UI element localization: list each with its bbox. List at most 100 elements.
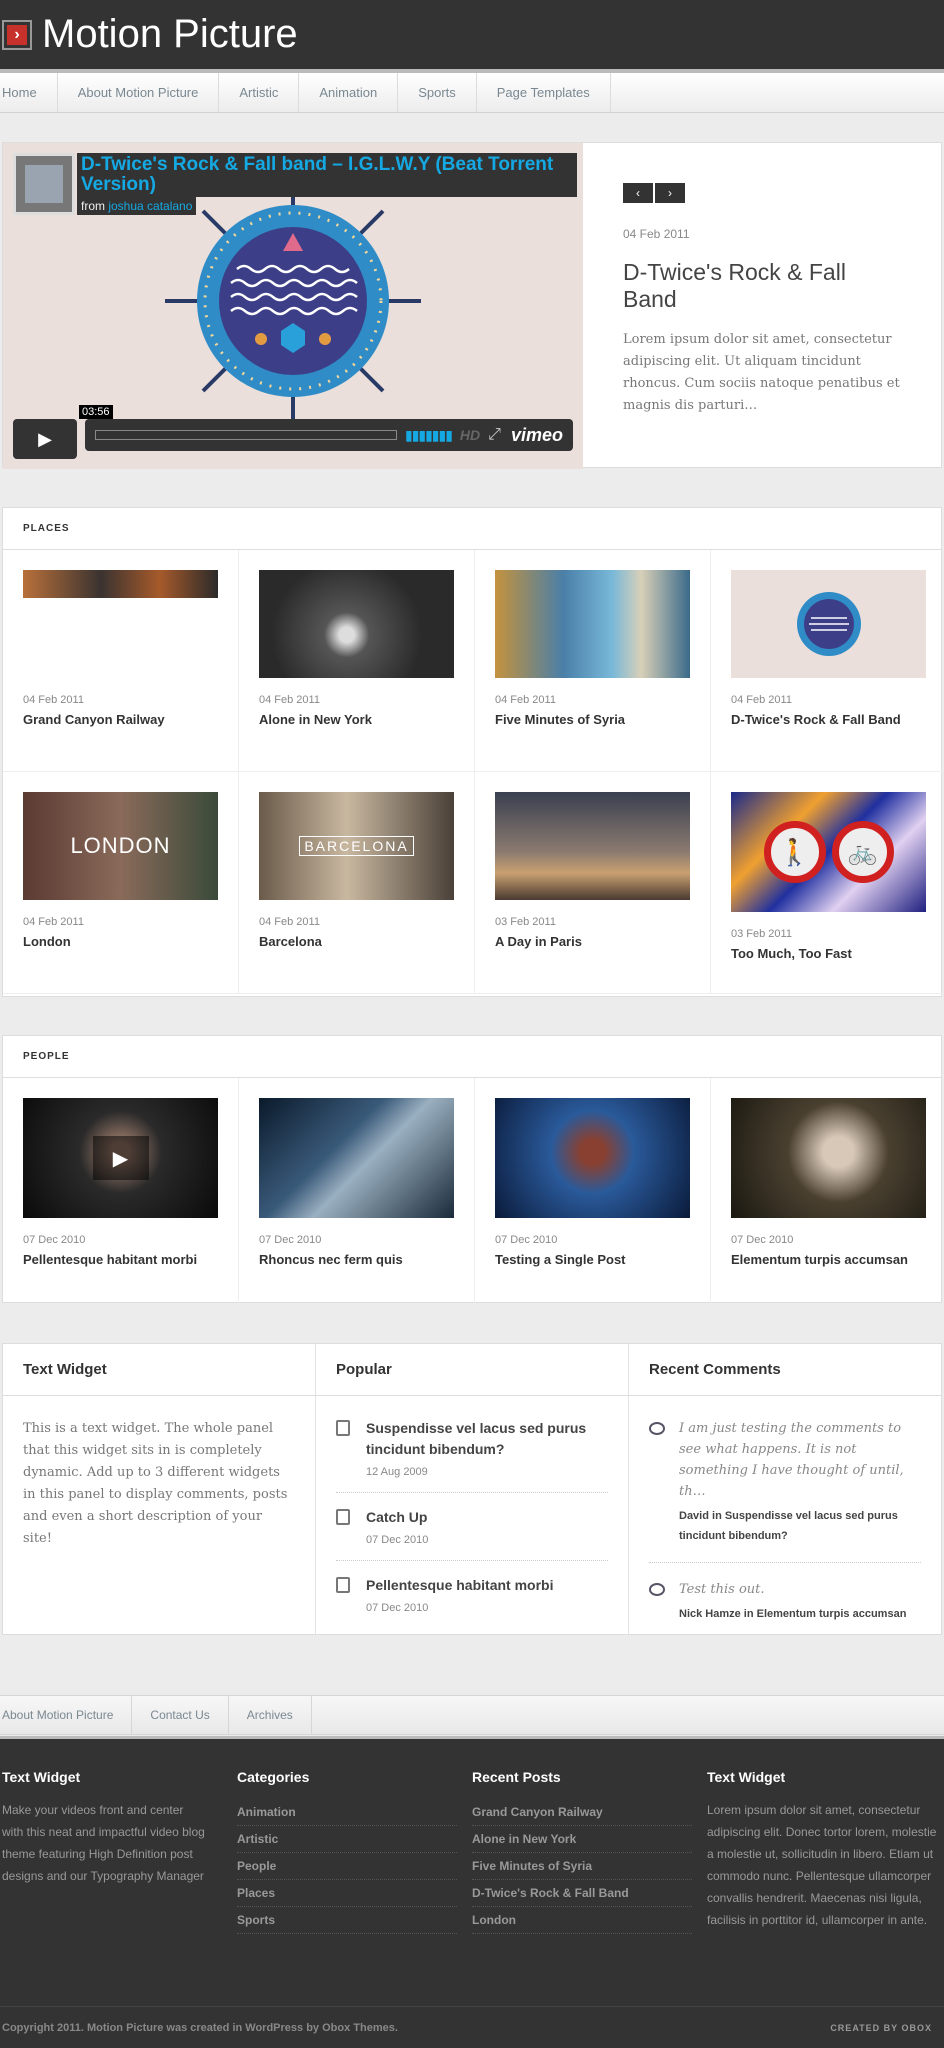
- video-author-thumbnail[interactable]: [13, 153, 75, 215]
- video-author-link[interactable]: joshua catalano: [108, 199, 192, 213]
- post-card[interactable]: 04 Feb 2011 Alone in New York: [239, 550, 475, 772]
- post-title[interactable]: Pellentesque habitant morbi: [23, 1252, 218, 1267]
- play-icon[interactable]: ▶: [92, 1136, 149, 1180]
- popular-title[interactable]: Suspendisse vel lacus sed purus tincidun…: [366, 1418, 608, 1460]
- post-title[interactable]: Elementum turpis accumsan: [731, 1252, 926, 1267]
- featured-slider: D-Twice's Rock & Fall band – I.G.L.W.Y (…: [2, 142, 942, 469]
- popular-item[interactable]: Suspendisse vel lacus sed purus tincidun…: [336, 1418, 608, 1493]
- thumbnail-overlay-text: BARCELONA: [299, 836, 414, 856]
- post-title[interactable]: Rhoncus nec ferm quis: [259, 1252, 454, 1267]
- popular-widget: Popular Suspendisse vel lacus sed purus …: [316, 1344, 629, 1634]
- post-title[interactable]: Too Much, Too Fast: [731, 946, 926, 961]
- footer-nav-contact[interactable]: Contact Us: [132, 1696, 229, 1734]
- post-title[interactable]: Five Minutes of Syria: [495, 712, 690, 727]
- comment-meta[interactable]: David in Suspendisse vel lacus sed purus…: [679, 1506, 921, 1546]
- play-button[interactable]: ▶: [13, 419, 77, 459]
- post-thumbnail[interactable]: [23, 570, 218, 598]
- post-card[interactable]: 04 Feb 2011 Five Minutes of Syria: [475, 550, 711, 772]
- recent-post-link[interactable]: Grand Canyon Railway: [472, 1799, 692, 1826]
- post-date: 07 Dec 2010: [23, 1234, 86, 1246]
- video-time: 03:56: [79, 405, 113, 419]
- recent-post-link[interactable]: D-Twice's Rock & Fall Band: [472, 1880, 692, 1907]
- post-thumbnail[interactable]: [259, 570, 454, 678]
- featured-title[interactable]: D-Twice's Rock & Fall Band: [623, 259, 901, 313]
- post-card[interactable]: 07 Dec 2010 Testing a Single Post: [475, 1078, 711, 1303]
- next-arrow-icon[interactable]: ›: [655, 183, 685, 203]
- nav-home[interactable]: Home: [0, 73, 58, 112]
- footer-recent-posts: Recent Posts Grand Canyon Railway Alone …: [472, 1769, 707, 1934]
- comment-text[interactable]: Test this out.: [679, 1579, 906, 1600]
- video-from-label: from: [81, 199, 105, 213]
- volume-icon[interactable]: ▮▮▮▮▮▮▮: [405, 427, 453, 444]
- vimeo-logo[interactable]: vimeo: [511, 425, 563, 446]
- comment-item[interactable]: Test this out. Nick Hamze in Elementum tu…: [649, 1579, 921, 1640]
- nav-about[interactable]: About Motion Picture: [58, 73, 220, 112]
- category-link[interactable]: Sports: [237, 1907, 457, 1934]
- category-link[interactable]: Artistic: [237, 1826, 457, 1853]
- post-title[interactable]: Grand Canyon Railway: [23, 712, 218, 727]
- post-card[interactable]: 07 Dec 2010 Elementum turpis accumsan: [711, 1078, 944, 1303]
- popular-date: 07 Dec 2010: [366, 1602, 429, 1614]
- post-title[interactable]: London: [23, 934, 218, 949]
- post-card[interactable]: LONDON 04 Feb 2011 London: [3, 772, 239, 994]
- prev-arrow-icon[interactable]: ‹: [623, 183, 653, 203]
- post-thumbnail[interactable]: [259, 1098, 454, 1218]
- footer-nav-archives[interactable]: Archives: [229, 1696, 312, 1734]
- post-title[interactable]: Alone in New York: [259, 712, 454, 727]
- post-thumbnail[interactable]: [731, 1098, 926, 1218]
- nav-page-templates[interactable]: Page Templates: [477, 73, 611, 112]
- post-title[interactable]: Barcelona: [259, 934, 454, 949]
- post-card[interactable]: ▶ 07 Dec 2010 Pellentesque habitant morb…: [3, 1078, 239, 1303]
- site-title[interactable]: Motion Picture: [42, 12, 298, 57]
- popular-item[interactable]: Pellentesque habitant morbi 07 Dec 2010: [336, 1575, 608, 1628]
- category-link[interactable]: Places: [237, 1880, 457, 1907]
- comment-item[interactable]: I am just testing the comments to see wh…: [649, 1418, 921, 1563]
- nav-sports[interactable]: Sports: [398, 73, 477, 112]
- post-thumbnail[interactable]: [731, 570, 926, 678]
- popular-item[interactable]: Catch Up 07 Dec 2010: [336, 1507, 608, 1561]
- post-title[interactable]: D-Twice's Rock & Fall Band: [731, 712, 926, 727]
- featured-date: 04 Feb 2011: [623, 227, 690, 241]
- post-card[interactable]: BARCELONA 04 Feb 2011 Barcelona: [239, 772, 475, 994]
- post-card[interactable]: 03 Feb 2011 A Day in Paris: [475, 772, 711, 994]
- comment-meta[interactable]: Nick Hamze in Elementum turpis accumsan: [679, 1604, 906, 1624]
- popular-date: 12 Aug 2009: [366, 1466, 428, 1478]
- recent-post-link[interactable]: London: [472, 1907, 692, 1934]
- recent-post-link[interactable]: Five Minutes of Syria: [472, 1853, 692, 1880]
- places-grid: 04 Feb 2011 Grand Canyon Railway 04 Feb …: [3, 550, 944, 994]
- comment-text[interactable]: I am just testing the comments to see wh…: [679, 1418, 921, 1502]
- fullscreen-icon[interactable]: ⤢: [488, 426, 501, 444]
- footer-nav-about[interactable]: About Motion Picture: [0, 1696, 133, 1734]
- post-title[interactable]: Testing a Single Post: [495, 1252, 690, 1267]
- post-thumbnail[interactable]: ▶: [23, 1098, 218, 1218]
- nav-artistic[interactable]: Artistic: [219, 73, 300, 112]
- post-thumbnail[interactable]: BARCELONA: [259, 792, 454, 900]
- post-card[interactable]: 🚶 🚲 03 Feb 2011 Too Much, Too Fast: [711, 772, 944, 994]
- logo-icon[interactable]: ›: [2, 19, 32, 50]
- post-date: 07 Dec 2010: [259, 1234, 322, 1246]
- post-card[interactable]: 04 Feb 2011 D-Twice's Rock & Fall Band: [711, 550, 944, 772]
- post-thumbnail[interactable]: LONDON: [23, 792, 218, 900]
- hd-toggle[interactable]: HD: [460, 427, 480, 443]
- video-title[interactable]: D-Twice's Rock & Fall band – I.G.L.W.Y (…: [77, 153, 577, 197]
- obox-credit-logo[interactable]: CREATED BY OBOX: [830, 2023, 932, 2033]
- recent-post-link[interactable]: Alone in New York: [472, 1826, 692, 1853]
- thumbnail-overlay-text: LONDON: [70, 833, 171, 858]
- popular-title[interactable]: Pellentesque habitant morbi: [366, 1575, 553, 1596]
- post-card[interactable]: 04 Feb 2011 Grand Canyon Railway: [3, 550, 239, 772]
- post-thumbnail[interactable]: 🚶 🚲: [731, 792, 926, 912]
- nav-animation[interactable]: Animation: [299, 73, 399, 112]
- category-link[interactable]: People: [237, 1853, 457, 1880]
- speech-bubble-icon: [649, 1422, 665, 1435]
- post-title[interactable]: A Day in Paris: [495, 934, 690, 949]
- post-card[interactable]: 07 Dec 2010 Rhoncus nec ferm quis: [239, 1078, 475, 1303]
- video-player[interactable]: D-Twice's Rock & Fall band – I.G.L.W.Y (…: [3, 143, 583, 469]
- post-thumbnail[interactable]: [495, 792, 690, 900]
- featured-excerpt: Lorem ipsum dolor sit amet, consectetur …: [623, 332, 900, 413]
- video-progress-track[interactable]: [95, 430, 397, 440]
- popular-title[interactable]: Catch Up: [366, 1507, 428, 1528]
- post-thumbnail[interactable]: [495, 570, 690, 678]
- people-section: PEOPLE ▶ 07 Dec 2010 Pellentesque habita…: [2, 1035, 942, 1303]
- category-link[interactable]: Animation: [237, 1799, 457, 1826]
- post-thumbnail[interactable]: [495, 1098, 690, 1218]
